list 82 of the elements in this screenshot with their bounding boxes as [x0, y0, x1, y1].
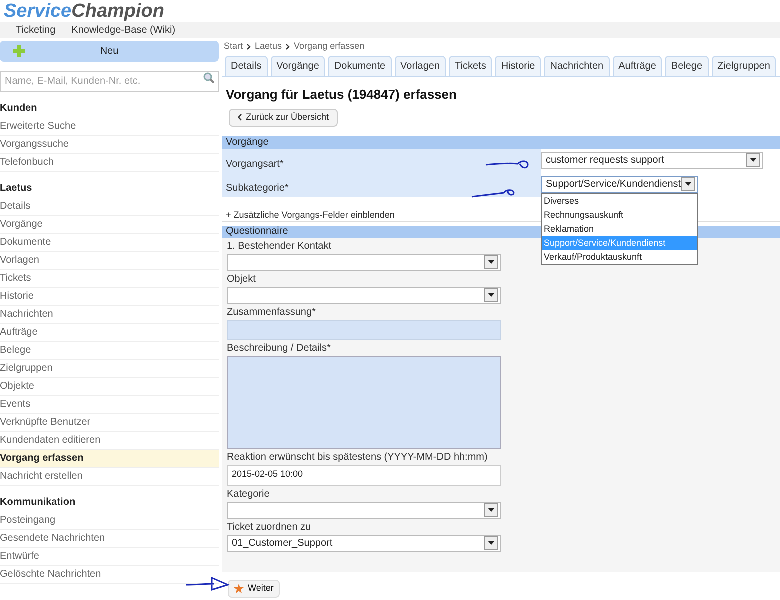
caret-icon	[684, 182, 692, 186]
tab[interactable]: Dokumente	[328, 56, 392, 76]
field-label: 1. Bestehender Kontakt	[227, 240, 332, 254]
sidebar-item[interactable]: Historie	[0, 288, 219, 306]
sidebar-item[interactable]: Entwürfe	[0, 548, 219, 566]
field-label: Ticket zuordnen zu	[227, 520, 312, 534]
sidebar-item[interactable]: Vorlagen	[0, 252, 219, 270]
search-field[interactable]: Name, E-Mail, Kunden-Nr. etc.	[0, 71, 219, 92]
menu-link[interactable]: Ticketing	[16, 22, 56, 38]
tab[interactable]: Historie	[495, 56, 542, 76]
tab[interactable]: Nachrichten	[544, 56, 610, 76]
tab[interactable]: Aufträge	[612, 56, 662, 76]
chevron-icon	[247, 44, 252, 50]
sidebar-item[interactable]: Gesendete Nachrichten	[0, 530, 219, 548]
tab[interactable]: Zielgruppen	[712, 56, 776, 76]
sidebar-item[interactable]: Nachricht erstellen	[0, 468, 219, 486]
field-label: Subkategorie*	[226, 182, 289, 194]
dropdown-option[interactable]: Diverses	[542, 194, 697, 208]
caret-icon	[488, 260, 494, 264]
back-button[interactable]: Zurück zur Übersicht	[229, 108, 338, 126]
breadcrumb-link[interactable]: Start	[224, 40, 244, 54]
plus-icon	[13, 45, 25, 57]
select-field[interactable]: 01_Customer_Support	[227, 534, 501, 552]
page-title: Vorgang für Laetus (194847) erfassen	[225, 86, 458, 104]
sidebar-item[interactable]: Gelöschte Nachrichten	[0, 566, 219, 584]
caret-icon	[488, 293, 494, 297]
text-field[interactable]	[227, 320, 501, 340]
dropdown-option[interactable]: Rechnungsauskunft	[542, 208, 697, 222]
sidebar-item[interactable]: Vorgangssuche	[0, 136, 219, 154]
pen-arrow-drawing	[184, 577, 232, 591]
tab[interactable]: Tickets	[449, 56, 492, 76]
chevron-icon	[286, 44, 290, 50]
select-field[interactable]: customer requests support	[541, 152, 763, 168]
sidebar-item[interactable]: Events	[0, 396, 219, 414]
field-label: Kategorie	[227, 488, 270, 502]
sidebar-item[interactable]: Nachrichten	[0, 306, 219, 324]
breadcrumb-link[interactable]: Vorgang erfassen	[294, 40, 365, 54]
new-button[interactable]: Neu	[0, 41, 219, 62]
sidebar-item[interactable]: Verknüpfte Benutzer	[0, 414, 219, 432]
sidebar-item[interactable]: Objekte	[0, 378, 219, 396]
sidebar-heading: Kommunikation	[0, 496, 77, 510]
sidebar-heading: Kunden	[0, 102, 38, 116]
sidebar-item[interactable]: Tickets	[0, 270, 219, 288]
caret-icon	[750, 158, 756, 162]
input-field[interactable]: 2015-02-05 10:00	[227, 464, 501, 486]
sidebar-item[interactable]: Vorgang erfassen	[0, 450, 219, 468]
tab[interactable]: Details	[225, 56, 268, 76]
show-more-link[interactable]: + Zusätzliche Vorgangs-Felder einblenden	[226, 210, 395, 220]
chevron-left-icon	[238, 114, 242, 121]
sidebar-item[interactable]: Posteingang	[0, 512, 219, 530]
sidebar-item[interactable]: Zielgruppen	[0, 360, 219, 378]
field-label: Zusammenfassung*	[227, 306, 316, 320]
select-field[interactable]: Support/Service/Kundendienst	[541, 176, 698, 192]
tab[interactable]: Vorgänge	[270, 56, 326, 76]
caret-icon	[488, 541, 494, 545]
tab[interactable]: Vorlagen	[394, 56, 446, 76]
menu-link[interactable]: Knowledge-Base (Wiki)	[72, 22, 176, 38]
select-field[interactable]	[227, 502, 501, 518]
star-icon	[234, 584, 244, 594]
logo: ServiceChampion	[4, 2, 165, 20]
field-label: Reaktion erwünscht bis spätestens (YYYY-MM-DD hh:mm)	[227, 450, 488, 464]
sidebar-item[interactable]: Telefonbuch	[0, 154, 219, 172]
select-field[interactable]	[227, 254, 501, 270]
text-area[interactable]	[227, 356, 501, 448]
search-icon	[203, 72, 215, 84]
field-label: Objekt	[227, 272, 256, 286]
field-label: Vorgangsart*	[226, 158, 284, 170]
field-label: Beschreibung / Details*	[227, 342, 331, 356]
section-header: Vorgänge	[222, 136, 780, 148]
dropdown-option[interactable]: Verkauf/Produktauskunft	[542, 250, 697, 264]
sidebar-item[interactable]: Dokumente	[0, 234, 219, 252]
breadcrumb-link[interactable]: Laetus	[255, 40, 282, 54]
caret-icon	[488, 508, 494, 512]
sidebar-item[interactable]: Details	[0, 198, 219, 216]
tab[interactable]: Belege	[665, 56, 709, 76]
sidebar-heading: Laetus	[0, 182, 34, 196]
next-button[interactable]: Weiter	[228, 580, 280, 598]
select-field[interactable]	[227, 286, 501, 304]
sidebar-item[interactable]: Belege	[0, 342, 219, 360]
sidebar-item[interactable]: Vorgänge	[0, 216, 219, 234]
sidebar-item[interactable]: Aufträge	[0, 324, 219, 342]
sidebar-item[interactable]: Erweiterte Suche	[0, 118, 219, 136]
